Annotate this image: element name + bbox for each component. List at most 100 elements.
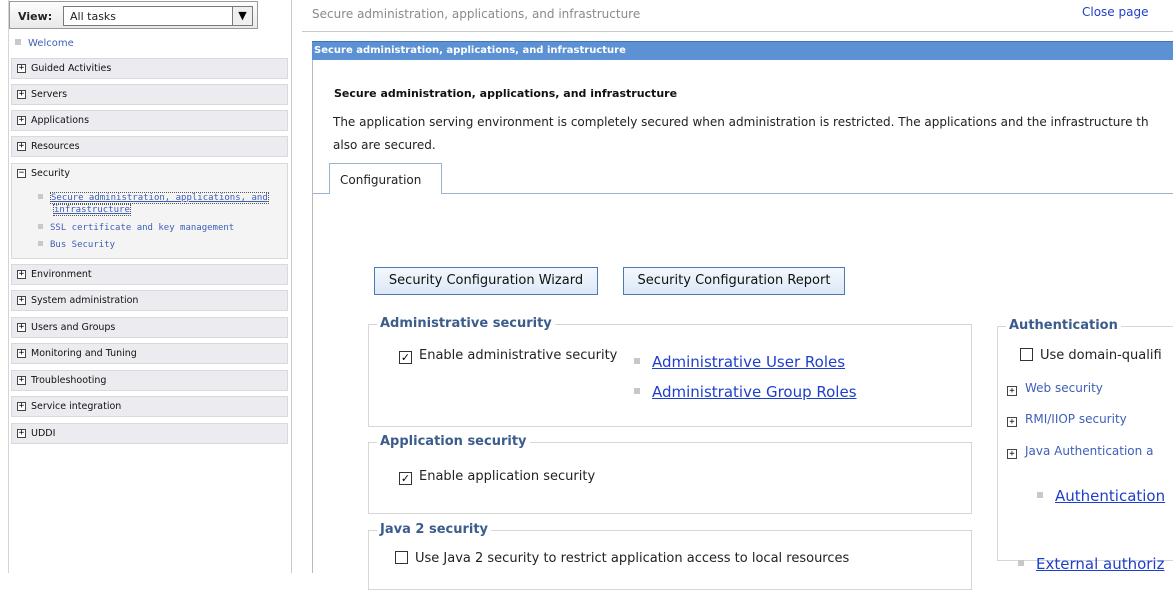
nav-link-ssl-certificate[interactable]: SSL certificate and key management <box>38 223 234 233</box>
link-label: Administrative Group Roles <box>652 383 857 401</box>
section-heading: Secure administration, applications, and… <box>334 87 678 100</box>
expand-icon[interactable]: + <box>17 270 26 279</box>
expand-icon[interactable]: + <box>17 296 26 305</box>
enable-application-security-row: ✓ Enable application security <box>399 469 595 485</box>
link-label: Administrative User Roles <box>652 353 846 371</box>
expand-icon[interactable]: + <box>17 429 26 438</box>
bullet-icon <box>15 39 21 45</box>
expand-icon[interactable]: + <box>1007 417 1017 427</box>
nav-item-label: Security <box>31 168 71 179</box>
authentication-group: Authentication Use domain-qualifi + Web s… <box>997 318 1173 561</box>
enable-administrative-security-checkbox[interactable]: ✓ <box>399 351 412 364</box>
nav-item-label: Users and Groups <box>31 322 116 333</box>
nav-item-label: Environment <box>31 269 92 280</box>
nav-edge <box>8 0 9 573</box>
checkbox-label: Use Java 2 security to restrict applicat… <box>415 551 850 566</box>
checkbox-label: Enable application security <box>419 469 596 484</box>
authentication-link[interactable]: Authentication <box>1037 487 1165 505</box>
collapse-icon[interactable]: − <box>17 169 26 178</box>
enable-administrative-security-row: ✓ Enable administrative security <box>399 348 617 364</box>
divider <box>302 31 1173 32</box>
bullet-icon <box>634 358 640 364</box>
bullet-icon <box>634 388 640 394</box>
expand-icon[interactable]: + <box>1007 386 1017 396</box>
nav-link-label[interactable]: Secure administration, applications, and <box>50 192 269 204</box>
nav-item-troubleshooting[interactable]: + Troubleshooting <box>11 370 288 391</box>
nav-item-label: Resources <box>31 141 80 152</box>
nav-link-label[interactable]: infrastructure <box>53 204 131 216</box>
tab-divider <box>313 193 330 194</box>
dropdown-arrow-icon[interactable]: ▼ <box>232 7 252 25</box>
nav-link-bus-security[interactable]: Bus Security <box>38 240 115 250</box>
security-configuration-wizard-button[interactable]: Security Configuration Wizard <box>374 267 598 295</box>
expand-icon[interactable]: + <box>17 323 26 332</box>
rmi-iiop-security-expander[interactable]: + RMI/IIOP security <box>1007 412 1127 427</box>
bullet-icon <box>1018 560 1024 566</box>
enable-application-security-checkbox[interactable]: ✓ <box>399 472 412 485</box>
bullet-icon <box>38 241 43 246</box>
nav-item-servers[interactable]: + Servers <box>11 84 288 105</box>
nav-item-environment[interactable]: + Environment <box>11 264 288 285</box>
nav-item-monitoring-and-tuning[interactable]: + Monitoring and Tuning <box>11 343 288 364</box>
expand-icon[interactable]: + <box>17 116 26 125</box>
external-authorization-link[interactable]: External authoriz <box>1018 555 1164 573</box>
expand-icon[interactable]: + <box>17 349 26 358</box>
expand-icon[interactable]: + <box>17 402 26 411</box>
nav-item-guided-activities[interactable]: + Guided Activities <box>11 58 288 79</box>
bullet-icon <box>38 224 43 229</box>
navigation-pane: View: All tasks ▼ Welcome + Guided Activ… <box>0 0 292 573</box>
close-page-link[interactable]: Close page <box>1082 5 1148 19</box>
use-domain-qualified-checkbox[interactable] <box>1020 348 1033 361</box>
link-label: External authoriz <box>1036 555 1165 573</box>
nav-item-label: Monitoring and Tuning <box>31 348 137 359</box>
bullet-icon <box>38 194 43 199</box>
nav-item-label: Applications <box>31 115 90 126</box>
main-pane: Secure administration, applications, and… <box>302 0 1173 590</box>
application-security-legend: Application security <box>377 434 530 449</box>
nav-item-service-integration[interactable]: + Service integration <box>11 396 288 417</box>
tab-divider <box>441 193 1173 194</box>
administrative-group-roles-link[interactable]: Administrative Group Roles <box>634 383 857 401</box>
administrative-security-group: Administrative security ✓ Enable administ… <box>368 316 972 427</box>
java-authentication-expander[interactable]: + Java Authentication a <box>1007 444 1153 459</box>
use-domain-qualified-row: Use domain-qualifi <box>1020 348 1162 363</box>
page-title: Secure administration, applications, and… <box>312 7 641 21</box>
expand-icon[interactable]: + <box>17 64 26 73</box>
nav-link-secure-administration[interactable]: Secure administration, applications, and <box>38 192 269 204</box>
expand-icon[interactable]: + <box>1007 449 1017 459</box>
nav-welcome-link[interactable]: Welcome <box>15 38 74 49</box>
administrative-user-roles-link[interactable]: Administrative User Roles <box>634 353 845 371</box>
nav-item-label: System administration <box>31 295 139 306</box>
checkbox-label: Enable administrative security <box>419 348 618 363</box>
nav-item-resources[interactable]: + Resources <box>11 136 288 157</box>
web-security-expander[interactable]: + Web security <box>1007 381 1103 396</box>
tab-configuration[interactable]: Configuration <box>329 163 442 194</box>
content-area: Secure administration, applications, and… <box>312 60 1173 590</box>
nav-link-secure-administration-cont[interactable]: infrastructure <box>53 204 131 216</box>
expand-icon[interactable]: + <box>17 90 26 99</box>
description-line: The application serving environment is c… <box>333 115 1149 129</box>
view-label: View: <box>18 10 53 23</box>
nav-item-system-administration[interactable]: + System administration <box>11 290 288 311</box>
link-label: Authentication <box>1055 487 1166 505</box>
nav-item-applications[interactable]: + Applications <box>11 110 288 131</box>
nav-link-label: Bus Security <box>50 240 116 250</box>
nav-item-security[interactable]: − Security Secure administration, applic… <box>11 163 288 259</box>
expander-label: RMI/IIOP security <box>1025 412 1127 426</box>
view-filter: View: All tasks ▼ <box>9 1 258 29</box>
java2-security-group: Java 2 security Use Java 2 security to r… <box>368 522 972 590</box>
expander-label: Java Authentication a <box>1025 444 1154 458</box>
nav-item-label: UDDI <box>31 428 56 439</box>
nav-welcome-label: Welcome <box>28 38 74 49</box>
security-configuration-report-button[interactable]: Security Configuration Report <box>623 267 845 295</box>
expand-icon[interactable]: + <box>17 142 26 151</box>
java2-security-checkbox[interactable] <box>395 551 408 564</box>
expand-icon[interactable]: + <box>17 376 26 385</box>
nav-item-label: Guided Activities <box>31 63 112 74</box>
nav-link-label: SSL certificate and key management <box>50 223 235 233</box>
view-select[interactable]: All tasks ▼ <box>63 6 253 26</box>
java2-security-row: Use Java 2 security to restrict applicat… <box>395 551 849 566</box>
nav-item-users-and-groups[interactable]: + Users and Groups <box>11 317 288 338</box>
nav-item-uddi[interactable]: + UDDI <box>11 423 288 444</box>
java2-security-legend: Java 2 security <box>377 522 492 537</box>
